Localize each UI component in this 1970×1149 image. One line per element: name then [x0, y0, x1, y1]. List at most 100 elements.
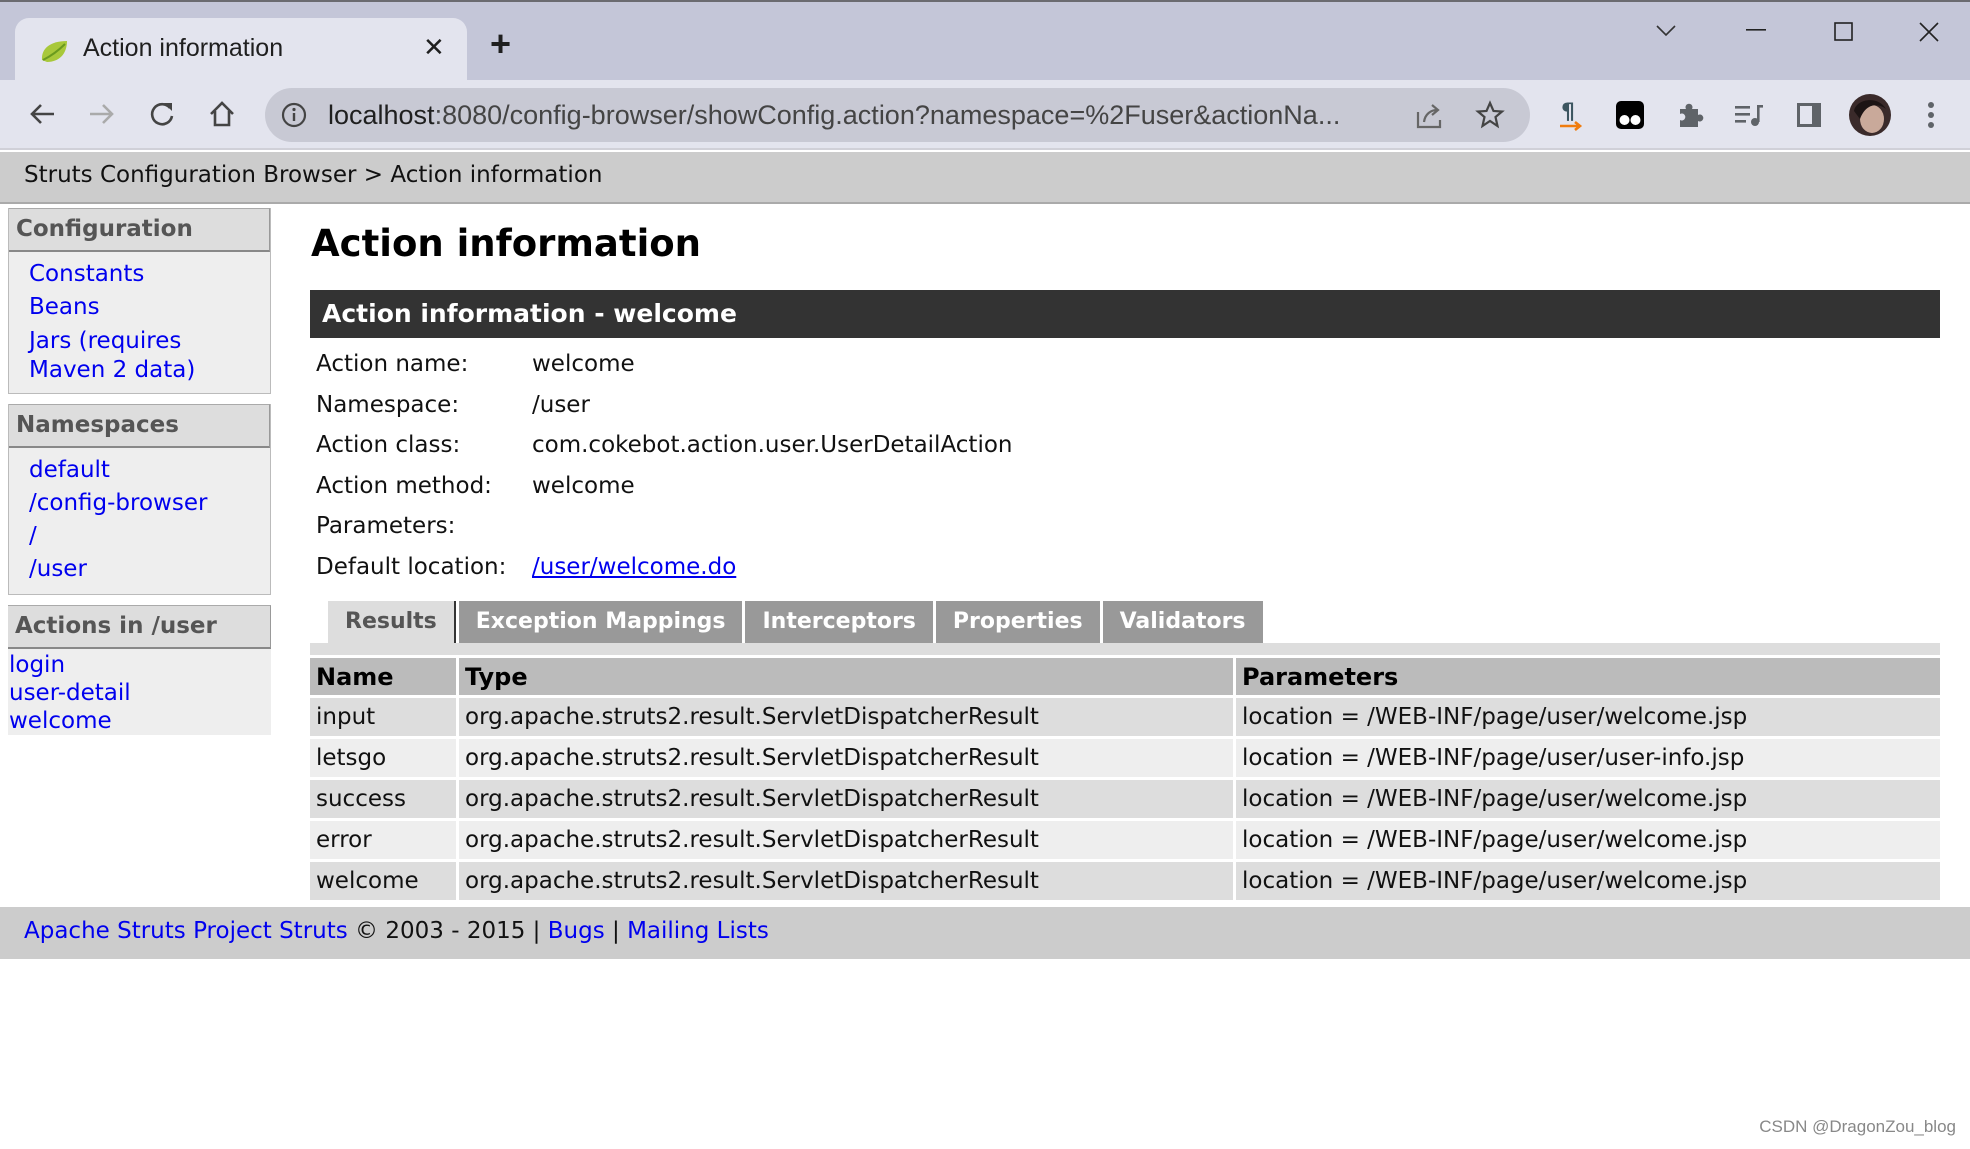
- tab-interceptors[interactable]: Interceptors: [745, 601, 933, 643]
- result-name: welcome: [310, 862, 459, 900]
- spring-leaf-icon: [41, 41, 67, 62]
- sidebar-configuration-section: Configuration Constants Beans Jars (requ…: [8, 208, 271, 394]
- action-link-welcome[interactable]: welcome: [9, 708, 112, 734]
- results-table: Name Type Parameters input org.apache.st…: [310, 655, 1940, 903]
- sidebar-namespaces-section: Namespaces default /config-browser / /us…: [8, 404, 271, 595]
- window-close-icon[interactable]: [1918, 21, 1940, 43]
- tab-results[interactable]: Results: [328, 601, 456, 643]
- detail-tabs: Results Exception Mappings Interceptors …: [310, 601, 1940, 643]
- svg-text:¶: ¶: [1561, 100, 1575, 125]
- reading-list-icon: [1735, 105, 1763, 126]
- info-label: Default location:: [316, 553, 507, 580]
- forward-arrow-icon: [90, 104, 114, 124]
- tampermonkey-extension-button[interactable]: [1611, 96, 1649, 134]
- tab-exception-mappings[interactable]: Exception Mappings: [458, 601, 743, 643]
- table-row: success org.apache.struts2.result.Servle…: [310, 780, 1940, 818]
- result-type: org.apache.struts2.result.ServletDispatc…: [459, 698, 1236, 736]
- info-row-parameters: Parameters:: [316, 506, 1012, 547]
- profile-avatar-button[interactable]: [1848, 93, 1892, 137]
- pilcrow-extension-button[interactable]: ¶: [1553, 96, 1591, 134]
- footer-link-apache-struts[interactable]: Apache Struts Project Struts: [24, 918, 348, 944]
- bookmark-star-icon[interactable]: [1475, 100, 1505, 130]
- puzzle-piece-icon: [1680, 103, 1704, 127]
- browser-toolbar: localhost:8080/config-browser/showConfig…: [0, 80, 1970, 150]
- tab-validators[interactable]: Validators: [1102, 601, 1263, 643]
- home-icon: [210, 101, 234, 127]
- tab-close-icon[interactable]: ✕: [423, 32, 445, 63]
- tab-properties[interactable]: Properties: [935, 601, 1100, 643]
- info-label: Namespace:: [316, 391, 460, 418]
- info-label: Action method:: [316, 472, 492, 499]
- info-label: Action name:: [316, 351, 469, 378]
- tab-title: Action information: [83, 34, 284, 62]
- home-button[interactable]: [202, 94, 242, 134]
- browser-tab-active[interactable]: Action information ✕: [15, 18, 467, 84]
- column-header-type: Type: [459, 658, 1236, 695]
- info-row-default-location: Default location: /user/welcome.do: [316, 547, 1012, 588]
- breadcrumb-current: Action information: [390, 162, 603, 188]
- section-header: Action information - welcome: [310, 290, 1940, 338]
- info-row-action-class: Action class: com.cokebot.action.user.Us…: [316, 425, 1012, 466]
- info-row-namespace: Namespace: /user: [316, 385, 1012, 426]
- result-name: error: [310, 821, 459, 859]
- tampermonkey-icon: [1616, 101, 1644, 129]
- forward-button[interactable]: [82, 94, 122, 134]
- sidebar-link-jars[interactable]: Jars (requires Maven 2 data): [29, 328, 195, 383]
- result-name: input: [310, 698, 459, 736]
- table-row: letsgo org.apache.struts2.result.Servlet…: [310, 739, 1940, 777]
- column-header-parameters: Parameters: [1236, 658, 1940, 695]
- action-link-login[interactable]: login: [9, 652, 65, 678]
- pilcrow-arrow-icon: ¶: [1560, 100, 1583, 131]
- address-bar[interactable]: localhost:8080/config-browser/showConfig…: [265, 88, 1530, 142]
- info-row-action-name: Action name: welcome: [316, 344, 1012, 385]
- maximize-icon[interactable]: [1833, 21, 1855, 43]
- back-button[interactable]: [22, 94, 62, 134]
- back-arrow-icon: [30, 104, 54, 124]
- browser-menu-button[interactable]: [1912, 96, 1950, 134]
- main-content: Action information Action information - …: [310, 214, 1940, 903]
- result-type: org.apache.struts2.result.ServletDispatc…: [459, 821, 1236, 859]
- footer-separator: |: [612, 918, 620, 944]
- result-type: org.apache.struts2.result.ServletDispatc…: [459, 780, 1236, 818]
- namespace-link-root[interactable]: /: [29, 523, 37, 549]
- tab-search-chevron-icon[interactable]: [1655, 24, 1677, 38]
- table-row: error org.apache.struts2.result.ServletD…: [310, 821, 1940, 859]
- namespace-link-config-browser[interactable]: /config-browser: [29, 490, 207, 516]
- sidebar-configuration-title: Configuration: [9, 208, 270, 252]
- info-value: [532, 506, 1012, 547]
- footer-link-mailing-lists[interactable]: Mailing Lists: [627, 918, 769, 944]
- namespace-link-default[interactable]: default: [29, 457, 110, 483]
- new-tab-button[interactable]: +: [490, 26, 511, 62]
- watermark-text: CSDN @DragonZou_blog: [1759, 1117, 1956, 1136]
- reload-icon: [150, 102, 174, 126]
- page-footer: Apache Struts Project Struts © 2003 - 20…: [0, 907, 1970, 959]
- sidebar-link-beans[interactable]: Beans: [29, 294, 100, 320]
- sidebar-link-constants[interactable]: Constants: [29, 261, 144, 287]
- more-vertical-icon: [1928, 102, 1934, 128]
- reload-button[interactable]: [142, 94, 182, 134]
- tab-panel-bar: [310, 643, 1940, 655]
- side-panel-button[interactable]: [1790, 96, 1828, 134]
- result-type: org.apache.struts2.result.ServletDispatc…: [459, 862, 1236, 900]
- site-info-icon[interactable]: [281, 102, 307, 128]
- sidebar-actions-section: Actions in /user login user-detail welco…: [8, 605, 271, 735]
- extensions-button[interactable]: [1671, 96, 1709, 134]
- default-location-link[interactable]: /user/welcome.do: [532, 554, 736, 580]
- footer-link-bugs[interactable]: Bugs: [548, 918, 605, 944]
- reading-list-button[interactable]: [1730, 96, 1768, 134]
- result-parameters: location = /WEB-INF/page/user/welcome.js…: [1236, 698, 1940, 736]
- sidebar-namespaces-title: Namespaces: [9, 404, 270, 448]
- avatar-icon: [1849, 94, 1891, 136]
- minimize-icon[interactable]: [1745, 28, 1767, 32]
- page-title: Action information: [311, 222, 702, 265]
- footer-copyright: © 2003 - 2015: [355, 918, 526, 944]
- info-value: /user: [532, 391, 590, 418]
- info-label: Parameters:: [316, 513, 456, 540]
- table-row: input org.apache.struts2.result.ServletD…: [310, 698, 1940, 736]
- action-link-user-detail[interactable]: user-detail: [9, 680, 131, 706]
- result-name: success: [310, 780, 459, 818]
- share-icon[interactable]: [1415, 102, 1445, 130]
- namespace-link-user[interactable]: /user: [29, 556, 87, 582]
- action-info-table: Action name: welcome Namespace: /user Ac…: [316, 344, 1012, 587]
- url-text[interactable]: localhost:8080/config-browser/showConfig…: [328, 100, 1340, 131]
